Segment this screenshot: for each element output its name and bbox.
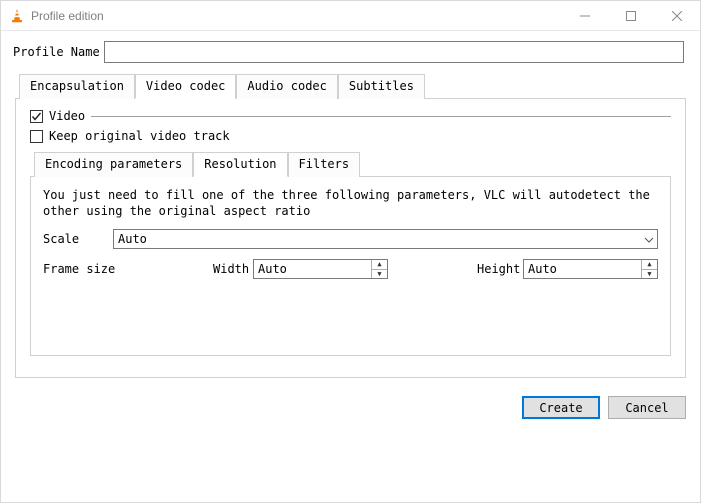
height-step-up[interactable]: ▲ (642, 260, 657, 270)
profile-name-row: Profile Name (1, 31, 700, 73)
tab-audio-codec[interactable]: Audio codec (236, 74, 337, 99)
tab-resolution[interactable]: Resolution (193, 152, 287, 177)
tab-encapsulation[interactable]: Encapsulation (19, 74, 135, 99)
tab-encoding-parameters[interactable]: Encoding parameters (34, 152, 193, 177)
scale-value: Auto (118, 232, 147, 246)
tab-filters[interactable]: Filters (288, 152, 361, 177)
height-step-down[interactable]: ▼ (642, 270, 657, 279)
height-spinbox[interactable]: Auto ▲ ▼ (523, 259, 658, 279)
window-title: Profile edition (31, 9, 562, 23)
video-toggle-row: Video (30, 109, 671, 123)
video-codec-panel: Video Keep original video track Encoding… (15, 98, 686, 378)
scale-row: Scale Auto (43, 229, 658, 249)
cancel-button[interactable]: Cancel (608, 396, 686, 419)
height-label: Height (477, 262, 523, 276)
window-controls (562, 1, 700, 30)
scale-combobox[interactable]: Auto (113, 229, 658, 249)
frame-size-row: Frame size Width Auto ▲ ▼ Height Auto (43, 259, 658, 279)
keep-original-label: Keep original video track (49, 129, 230, 143)
resolution-panel: You just need to fill one of the three f… (30, 176, 671, 356)
video-checkbox[interactable] (30, 110, 43, 123)
video-checkbox-label: Video (49, 109, 85, 123)
width-step-down[interactable]: ▼ (372, 270, 387, 279)
video-separator (91, 116, 671, 117)
maximize-button[interactable] (608, 1, 654, 30)
create-button[interactable]: Create (522, 396, 600, 419)
frame-size-label: Frame size (43, 262, 213, 276)
width-value: Auto (258, 262, 287, 276)
profile-name-label: Profile Name (13, 45, 100, 59)
width-label: Width (213, 262, 253, 276)
close-button[interactable] (654, 1, 700, 30)
tab-subtitles[interactable]: Subtitles (338, 74, 425, 99)
chevron-down-icon (644, 232, 654, 246)
height-value: Auto (528, 262, 557, 276)
tab-video-codec[interactable]: Video codec (135, 74, 236, 99)
width-step-up[interactable]: ▲ (372, 260, 387, 270)
profile-name-input[interactable] (104, 41, 684, 63)
dialog-footer: Create Cancel (1, 378, 700, 419)
keep-original-row: Keep original video track (30, 129, 671, 143)
scale-label: Scale (43, 232, 113, 246)
vlc-cone-icon (9, 8, 25, 24)
width-spinbox[interactable]: Auto ▲ ▼ (253, 259, 388, 279)
minimize-button[interactable] (562, 1, 608, 30)
keep-original-checkbox[interactable] (30, 130, 43, 143)
outer-tab-row: Encapsulation Video codec Audio codec Su… (15, 74, 686, 99)
title-bar: Profile edition (1, 1, 700, 31)
resolution-hint: You just need to fill one of the three f… (43, 187, 658, 219)
inner-tab-row: Encoding parameters Resolution Filters (30, 152, 671, 177)
